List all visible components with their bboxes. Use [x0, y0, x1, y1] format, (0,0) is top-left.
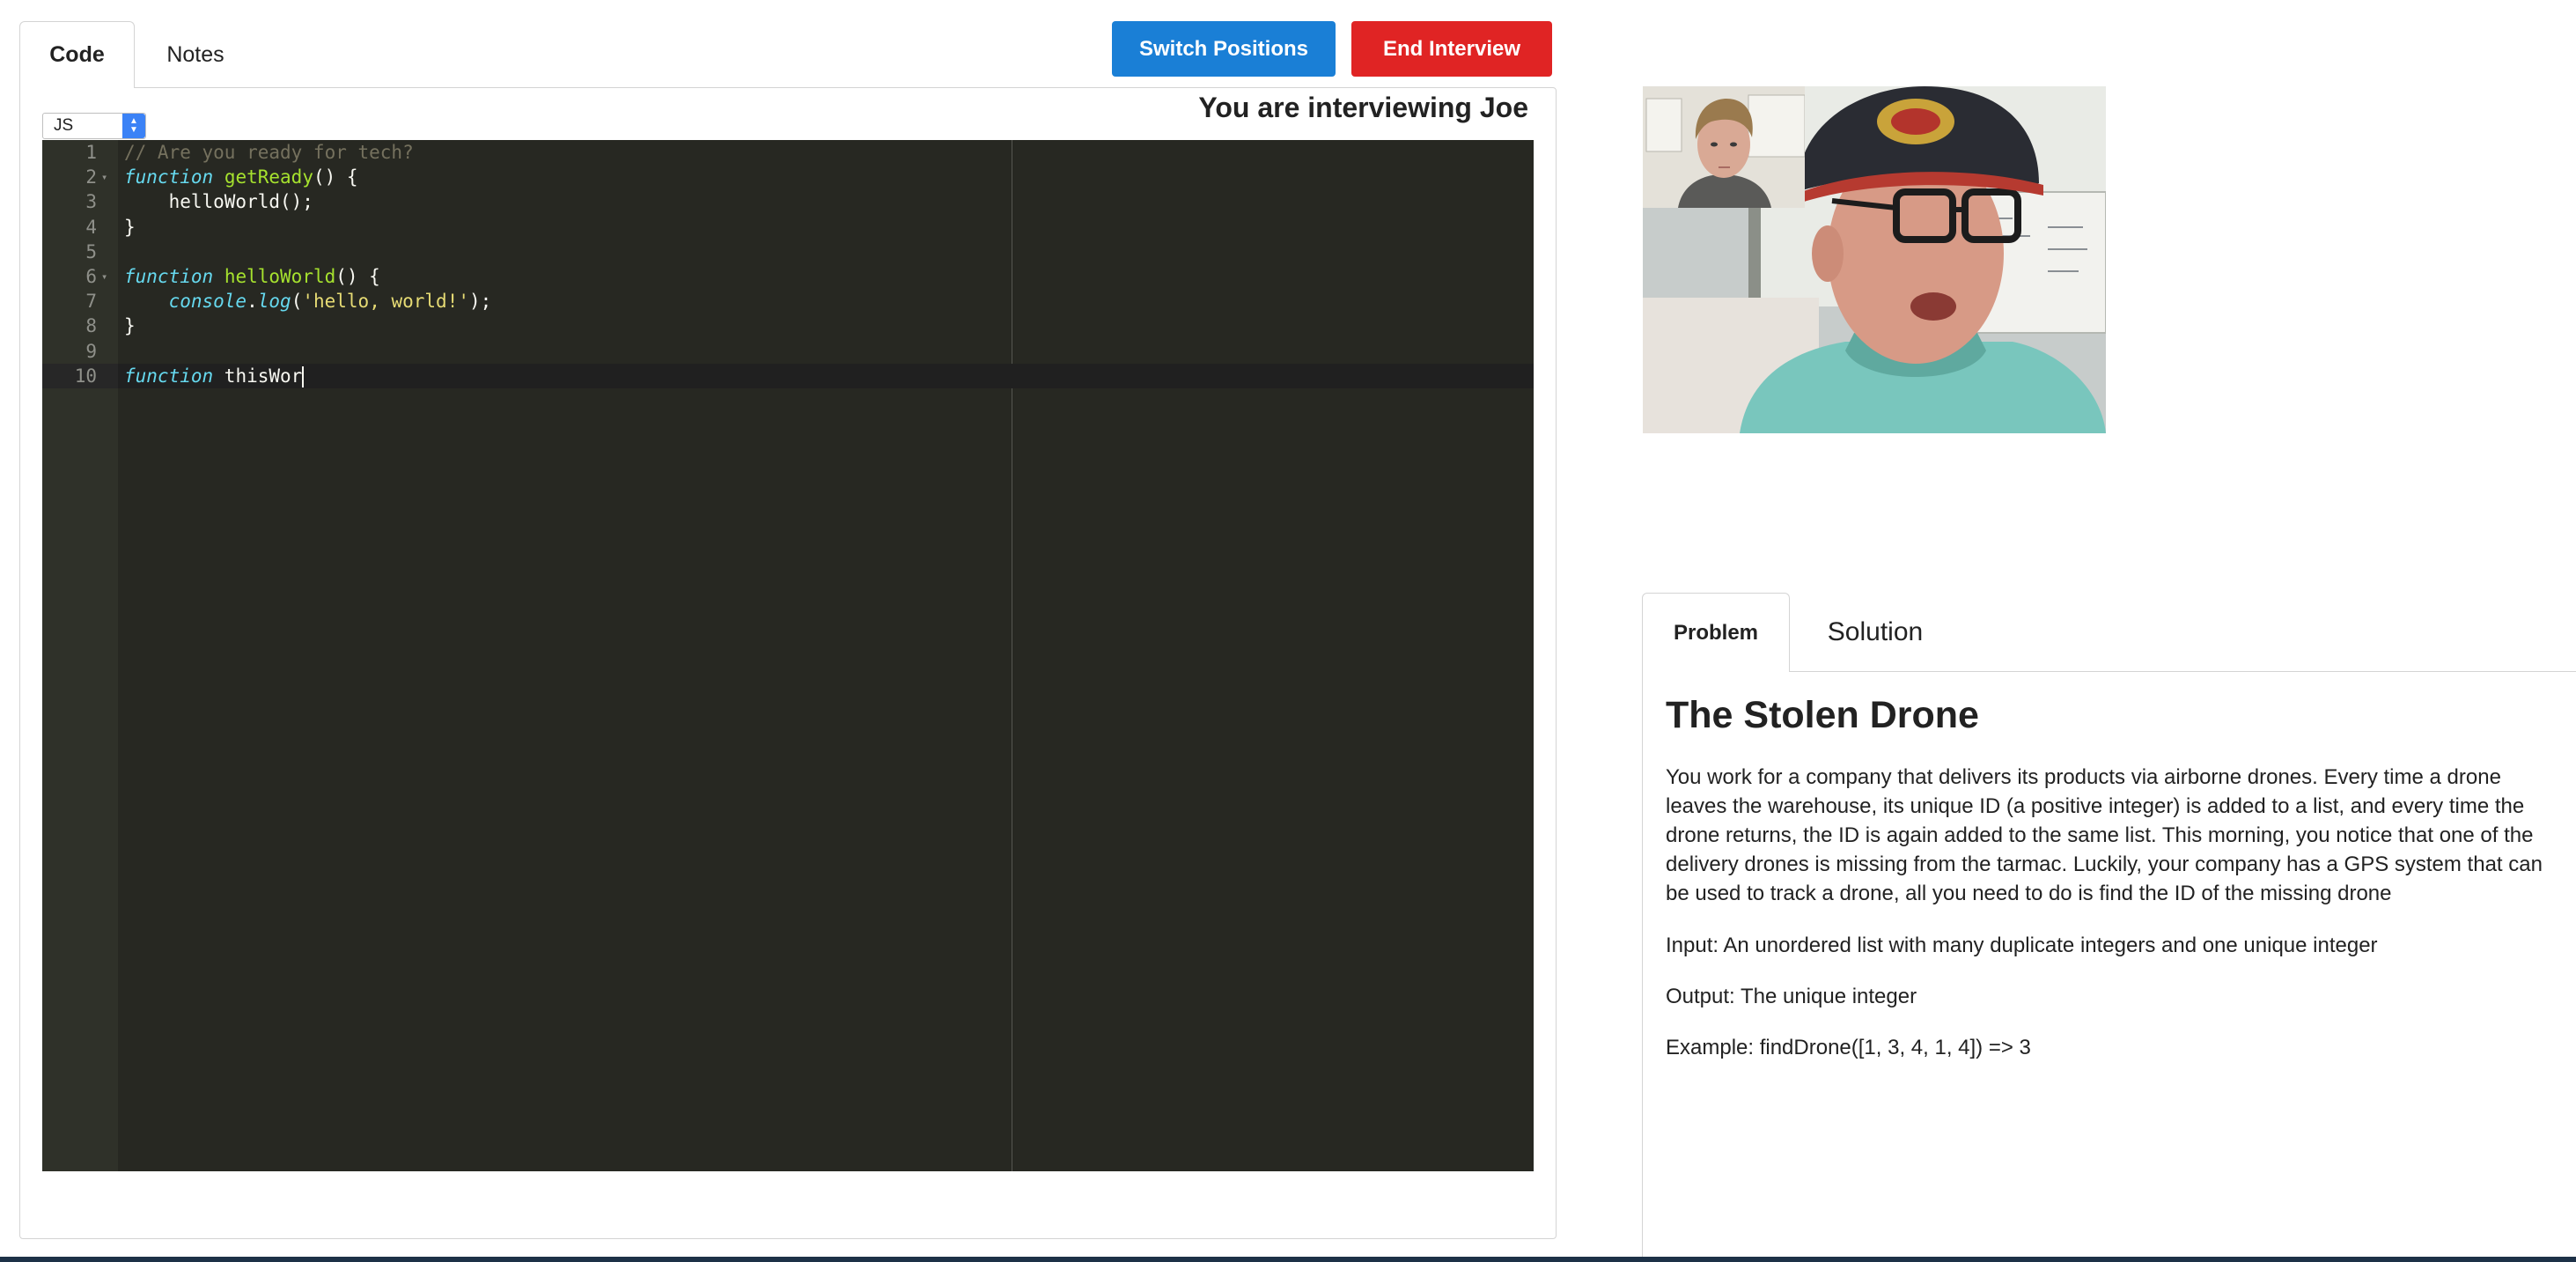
line-number: 4 [85, 216, 97, 238]
code-line[interactable]: 7 console.log('hello, world!'); [42, 289, 1534, 314]
gutter-cell: 7 [42, 289, 118, 314]
line-number: 2 [85, 166, 97, 188]
line-number: 7 [85, 291, 97, 313]
text-cursor [302, 365, 305, 387]
code-line[interactable]: 6 ▾ function helloWorld() { [42, 264, 1534, 289]
tab-code[interactable]: Code [19, 21, 135, 88]
code-line[interactable]: 5 [42, 240, 1534, 264]
tab-solution[interactable]: Solution [1796, 593, 1954, 672]
code-token: } [124, 315, 136, 337]
code-text: } [124, 314, 136, 338]
problem-description: You work for a company that delivers its… [1666, 765, 2543, 905]
end-interview-button[interactable]: End Interview [1351, 21, 1552, 77]
fold-arrow-icon[interactable]: ▾ [101, 165, 107, 189]
fold-arrow-icon[interactable]: ▾ [101, 264, 107, 289]
line-number: 8 [85, 315, 97, 337]
line-number: 5 [85, 240, 97, 262]
code-line[interactable]: 2 ▾ function getReady() { [42, 165, 1534, 189]
problem-output: Output: The unique integer [1666, 985, 1917, 1008]
code-text: helloWorld(); [124, 189, 313, 214]
code-token: ); [469, 291, 492, 313]
code-line[interactable]: 8} [42, 314, 1534, 338]
local-video [1643, 86, 1805, 208]
code-editor[interactable]: 1// Are you ready for tech? 2 ▾ function ge… [42, 140, 1534, 1171]
code-token: function [124, 166, 214, 188]
interviewing-label: You are interviewing Joe [1198, 92, 1528, 123]
code-text: function helloWorld() { [124, 264, 380, 289]
line-number: 3 [85, 191, 97, 213]
code-line[interactable]: 3 helloWorld(); [42, 189, 1534, 214]
gutter-cell: 9 [42, 339, 118, 364]
tab-notes[interactable]: Notes [141, 21, 250, 88]
language-select[interactable]: JS ▲ ▼ [42, 113, 146, 139]
code-token: // Are you ready for tech? [124, 142, 414, 163]
problem-example: Example: findDrone([1, 3, 4, 1, 4]) => 3 [1666, 1036, 2031, 1059]
code-token: () { [335, 266, 380, 287]
code-line[interactable]: 4} [42, 215, 1534, 240]
local-video-frame [1643, 86, 1805, 208]
language-select-value: JS [54, 116, 74, 135]
switch-positions-button[interactable]: Switch Positions [1112, 21, 1336, 77]
code-token: } [124, 216, 136, 238]
code-token: function [124, 365, 214, 387]
line-number: 10 [74, 365, 97, 387]
gutter-cell: 8 [42, 314, 118, 338]
code-token: ( [291, 291, 303, 313]
gutter-cell: 6 ▾ [42, 264, 118, 289]
code-token: getReady [224, 166, 313, 188]
gutter-cell: 4 [42, 215, 118, 240]
code-text: } [124, 215, 136, 240]
code-text: console.log('hello, world!'); [124, 289, 492, 314]
gutter-cell: 5 [42, 240, 118, 264]
code-token: log [257, 291, 291, 313]
line-number: 9 [85, 340, 97, 362]
code-token: helloWorld(); [124, 191, 313, 213]
gutter-cell: 10 [42, 363, 118, 388]
line-number: 1 [85, 142, 97, 163]
gutter-cell: 2 ▾ [42, 165, 118, 189]
code-token: thisWor [213, 365, 303, 387]
code-token: console [168, 291, 247, 313]
select-arrows-icon: ▲ ▼ [122, 114, 145, 138]
code-text: function thisWor [124, 364, 305, 388]
code-text: // Are you ready for tech? [124, 140, 414, 165]
code-line[interactable]: 10 function thisWor [42, 363, 1534, 388]
gutter-cell: 3 [42, 189, 118, 214]
tab-problem[interactable]: Problem [1642, 593, 1790, 672]
code-token: 'hello, world!' [302, 291, 469, 313]
code-token: function [124, 266, 214, 287]
code-line[interactable]: 9 [42, 339, 1534, 364]
gutter-cell: 1 [42, 140, 118, 165]
problem-input: Input: An unordered list with many dupli… [1666, 934, 2378, 957]
code-token: . [247, 291, 258, 313]
line-number: 6 [85, 266, 97, 287]
problem-title: The Stolen Drone [1666, 694, 1979, 736]
code-line[interactable]: 1 // Are you ready for tech? [42, 140, 1534, 165]
code-token: helloWorld [224, 266, 336, 287]
taskbar-strip [0, 1257, 2576, 1262]
code-text: function getReady() { [124, 165, 358, 189]
problem-panel [1642, 671, 2576, 1262]
code-token: () { [313, 166, 358, 188]
